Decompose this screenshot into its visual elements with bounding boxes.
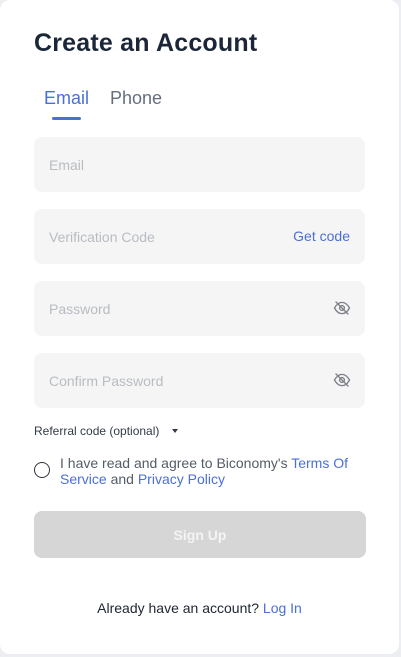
signup-card: Create an Account Email Phone Get code R… — [0, 0, 399, 654]
agreement-checkbox[interactable] — [34, 462, 50, 478]
get-code-button[interactable]: Get code — [293, 228, 350, 244]
log-in-link[interactable]: Log In — [263, 600, 302, 616]
agreement-text: I have read and agree to Biconomy's Term… — [60, 455, 370, 487]
agreement-prefix: I have read and agree to Biconomy's — [60, 455, 292, 471]
privacy-policy-link[interactable]: Privacy Policy — [138, 471, 225, 487]
referral-code-label: Referral code (optional) — [34, 424, 160, 438]
sign-up-button[interactable]: Sign Up — [34, 511, 366, 558]
tab-email[interactable]: Email — [44, 88, 89, 109]
email-field-container — [34, 137, 365, 192]
confirm-password-field-container — [34, 353, 365, 408]
page-title: Create an Account — [34, 29, 258, 57]
active-tab-indicator — [52, 117, 81, 120]
referral-code-toggle[interactable]: Referral code (optional) — [34, 424, 179, 438]
password-field-container — [34, 281, 365, 336]
login-prompt-text: Already have an account? — [97, 600, 263, 616]
verification-code-field-container: Get code — [34, 209, 365, 264]
login-prompt: Already have an account? Log In — [0, 600, 399, 616]
email-input[interactable] — [34, 137, 365, 192]
eye-off-icon[interactable] — [333, 300, 351, 316]
password-input[interactable] — [34, 281, 365, 336]
confirm-password-input[interactable] — [34, 353, 365, 408]
caret-down-icon — [172, 428, 179, 433]
eye-off-icon[interactable] — [333, 372, 351, 388]
tab-phone[interactable]: Phone — [110, 88, 162, 109]
agreement-conjunction: and — [106, 471, 138, 487]
